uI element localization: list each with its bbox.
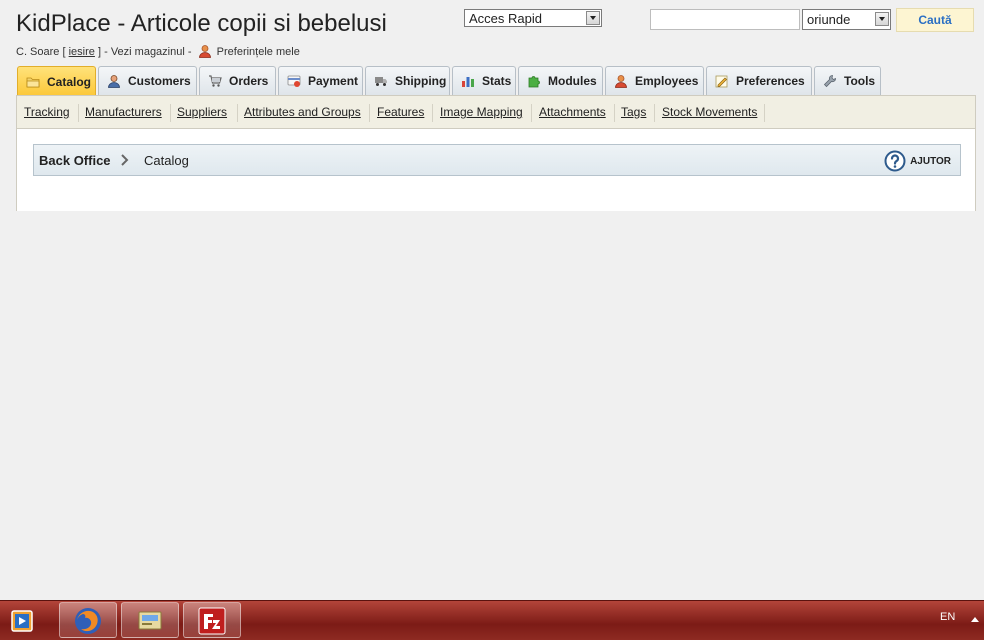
tab-label: Stats <box>482 74 512 88</box>
firefox-icon <box>75 608 101 634</box>
subnav-stock-movements[interactable]: Stock Movements <box>662 105 757 119</box>
help-button[interactable]: AJUTOR <box>884 150 951 172</box>
taskbar-firefox[interactable] <box>59 602 117 638</box>
language-indicator[interactable]: EN <box>940 611 955 623</box>
my-preferences-link[interactable]: Preferințele mele <box>217 46 300 58</box>
chevron-right-icon <box>121 154 129 166</box>
control-panel-icon <box>138 611 162 630</box>
payment-icon <box>287 75 301 87</box>
tab-label: Tools <box>844 74 876 88</box>
quick-access-value: Acces Rapid <box>469 11 542 26</box>
customer-icon <box>108 75 120 88</box>
subnav-divider <box>369 104 370 122</box>
user-icon <box>198 44 212 61</box>
admin-page: KidPlace - Articole copii si bebelusi C.… <box>0 0 984 600</box>
tab-label: Modules <box>548 74 597 88</box>
wrench-icon <box>823 75 836 88</box>
tab-label: Preferences <box>736 74 805 88</box>
search-button[interactable]: Caută <box>896 8 974 32</box>
subnav-manufacturers[interactable]: Manufacturers <box>85 105 162 119</box>
taskbar-filezilla[interactable] <box>183 602 241 638</box>
subnav-tags[interactable]: Tags <box>621 105 646 119</box>
tab-preferences[interactable]: Preferences <box>706 66 812 95</box>
chevron-down-icon[interactable] <box>586 11 600 25</box>
subnav-features[interactable]: Features <box>377 105 424 119</box>
subnav-divider <box>78 104 79 122</box>
truck-icon <box>375 77 387 86</box>
preferences-icon <box>715 75 728 88</box>
cart-icon <box>209 75 222 87</box>
subnav-suppliers[interactable]: Suppliers <box>177 105 227 119</box>
taskbar: EN <box>0 600 984 640</box>
breadcrumb-current: Catalog <box>144 153 189 168</box>
tab-label: Payment <box>308 74 359 88</box>
user-bar: C. Soare [ iesire ] - Vezi magazinul - P… <box>16 44 300 61</box>
help-label: AJUTOR <box>910 155 951 167</box>
subnav-divider <box>531 104 532 122</box>
tab-shipping[interactable]: Shipping <box>365 66 450 95</box>
subnav-tracking[interactable]: Tracking <box>24 105 70 119</box>
logout-link[interactable]: iesire <box>69 46 95 58</box>
subnav-divider <box>237 104 238 122</box>
bracket-close: ] - <box>97 46 108 58</box>
site-title: KidPlace - Articole copii si bebelusi <box>16 10 387 37</box>
subnav-attributes-and-groups[interactable]: Attributes and Groups <box>244 105 361 119</box>
folder-icon <box>26 77 40 87</box>
subnav-divider <box>432 104 433 122</box>
employee-icon <box>615 75 627 88</box>
tab-catalog[interactable]: Catalog <box>17 66 96 96</box>
catalog-subnav: Tracking Manufacturers Suppliers Attribu… <box>16 95 976 129</box>
show-hidden-icons-icon[interactable] <box>971 617 979 622</box>
subnav-divider <box>614 104 615 122</box>
subnav-divider <box>170 104 171 122</box>
tab-label: Employees <box>635 74 699 88</box>
view-store-link[interactable]: Vezi magazinul - <box>111 46 192 58</box>
tab-employees[interactable]: Employees <box>605 66 704 95</box>
tab-tools[interactable]: Tools <box>814 66 881 95</box>
tab-orders[interactable]: Orders <box>199 66 276 95</box>
content-area: Back Office Catalog AJUTOR <box>16 129 976 211</box>
search-scope-select[interactable]: oriunde <box>802 9 891 30</box>
bracket-open: [ <box>62 46 66 58</box>
breadcrumb: Back Office Catalog AJUTOR <box>33 144 961 176</box>
subnav-attachments[interactable]: Attachments <box>539 105 606 119</box>
filezilla-icon <box>198 607 226 635</box>
tab-customers[interactable]: Customers <box>98 66 197 95</box>
subnav-divider <box>654 104 655 122</box>
puzzle-icon <box>528 76 540 88</box>
subnav-image-mapping[interactable]: Image Mapping <box>440 105 523 119</box>
chevron-down-icon[interactable] <box>875 12 889 26</box>
subnav-divider <box>764 104 765 122</box>
media-player-icon[interactable] <box>10 608 36 634</box>
taskbar-control-panel[interactable] <box>121 602 179 638</box>
tab-label: Orders <box>229 74 269 88</box>
tab-payment[interactable]: Payment <box>278 66 363 95</box>
quick-access-select[interactable]: Acces Rapid <box>464 9 602 27</box>
breadcrumb-root[interactable]: Back Office <box>39 153 111 168</box>
user-name: C. Soare <box>16 46 60 58</box>
tab-label: Catalog <box>47 74 92 89</box>
tab-modules[interactable]: Modules <box>518 66 603 95</box>
tab-label: Customers <box>128 74 191 88</box>
help-icon <box>884 150 906 172</box>
search-scope-value: oriunde <box>807 12 851 27</box>
search-input[interactable] <box>650 9 800 30</box>
tab-stats[interactable]: Stats <box>452 66 516 95</box>
tab-label: Shipping <box>395 74 447 88</box>
stats-icon <box>462 77 474 87</box>
